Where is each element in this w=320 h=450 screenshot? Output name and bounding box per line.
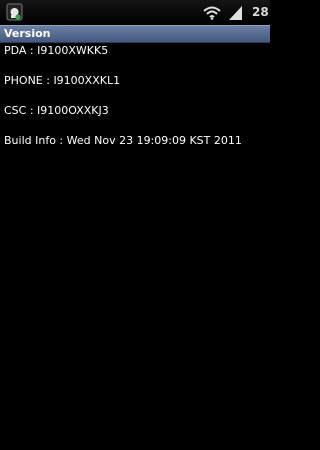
csc-version: CSC : I9100OXXKJ3 [4, 104, 109, 117]
screen: 28 Version PDA : I9100XWKK5 PHONE : I910… [0, 0, 270, 450]
usb-debug-android-icon[interactable] [6, 3, 23, 21]
page-title: Version [4, 27, 51, 40]
wifi-icon [203, 5, 221, 20]
phone-version: PHONE : I9100XXKL1 [4, 74, 121, 87]
pda-version: PDA : I9100XWKK5 [4, 44, 109, 57]
title-bar: Version [0, 25, 270, 43]
signal-icon [229, 5, 242, 20]
build-info: Build Info : Wed Nov 23 19:09:09 KST 201… [4, 134, 242, 147]
status-bar: 28 [0, 0, 270, 25]
status-time: 28 [252, 5, 269, 19]
